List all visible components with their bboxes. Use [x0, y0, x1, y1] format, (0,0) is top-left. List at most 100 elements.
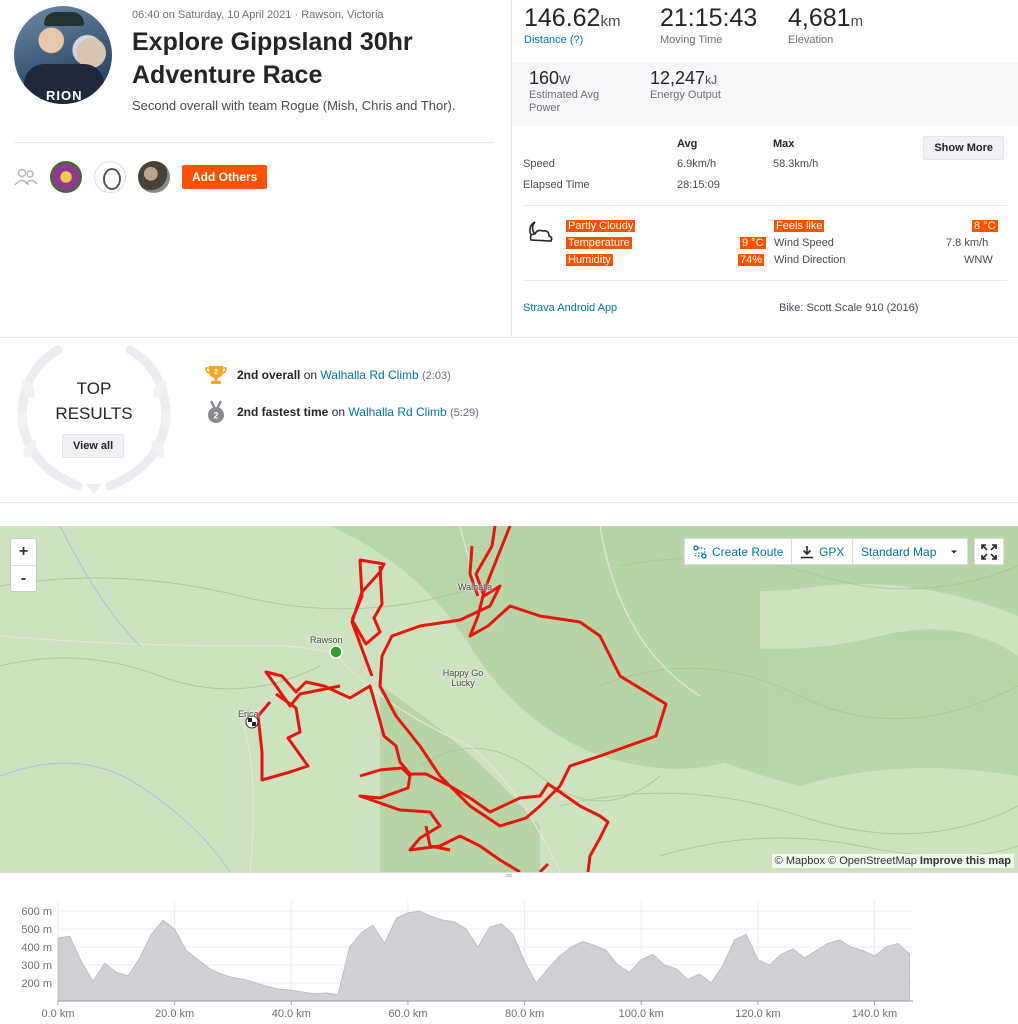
activity-datetime: 06:40 on Saturday, 10 April 2021 · Rawso…	[132, 9, 384, 21]
distance-unit: km	[600, 13, 621, 30]
start-marker[interactable]	[329, 645, 343, 659]
weather-panel: Partly Cloudy Temperature 9 °C Humidity …	[523, 214, 1008, 272]
divider	[523, 280, 1007, 281]
y-tick-label: 600 m	[21, 906, 52, 918]
place-label-erica: Erica	[238, 709, 259, 719]
achievement-text: 2nd fastest time on Walhalla Rd Climb (5…	[237, 405, 479, 419]
divider	[0, 502, 1018, 503]
wind-speed-value: 7.8 km/h	[946, 237, 989, 249]
x-tick-label: 40.0 km	[272, 1008, 311, 1020]
elapsed-avg: 28:15:09	[677, 179, 720, 191]
elevation-stat: 4,681m Elevation	[788, 4, 863, 46]
top-results-section: TOP RESULTS View all 2 2nd overall on Wa…	[0, 338, 1018, 502]
athlete-avatar[interactable]: RION	[14, 6, 112, 104]
bike-info: Bike: Scott Scale 910 (2016)	[779, 302, 919, 314]
energy-stat: 12,247kJ Energy Output	[650, 68, 721, 102]
view-all-button[interactable]: View all	[62, 434, 125, 458]
create-route-button[interactable]: Create Route	[684, 538, 793, 565]
osm-attribution[interactable]: © OpenStreetMap	[828, 855, 917, 867]
energy-unit: kJ	[705, 73, 718, 87]
gpx-label: GPX	[819, 544, 845, 559]
achievement-rank: 2nd overall	[237, 368, 301, 382]
segment-link[interactable]: Walhalla Rd Climb	[320, 368, 418, 382]
top-results-line2: RESULTS	[55, 404, 133, 423]
power-unit: W	[559, 73, 571, 87]
show-more-button[interactable]: Show More	[923, 136, 1004, 160]
distance-stat: 146.62km Distance (?)	[524, 4, 620, 46]
achievement-item: 2 2nd fastest time on Walhalla Rd Climb …	[204, 400, 479, 424]
fullscreen-button[interactable]	[974, 538, 1004, 565]
elevation-chart[interactable]: ═ 600 m 500 m 400 m 300 m 200 m 0.0 km 20.0 km…	[0, 872, 1018, 1024]
athlete-avatar-2[interactable]	[94, 161, 126, 193]
secondary-stats: 160W Estimated Avg Power 12,247kJ Energy…	[512, 62, 1018, 126]
medal-rank: 2	[213, 411, 218, 421]
group-athletes: Add Others	[14, 160, 268, 194]
temperature-label: Temperature	[566, 237, 632, 249]
humidity-value: 74%	[738, 254, 765, 266]
achievement-on: on	[331, 405, 346, 419]
y-tick-label: 200 m	[21, 978, 52, 990]
chevron-down-icon	[951, 550, 957, 553]
group-icon	[14, 167, 38, 187]
segment-link[interactable]: Walhalla Rd Climb	[348, 405, 446, 419]
avatar-shirt-text: RION	[46, 88, 83, 103]
feels-like-value: 8 °C	[972, 220, 998, 232]
x-tick-label: 0.0 km	[41, 1008, 74, 1020]
athlete-avatar-1[interactable]	[50, 161, 82, 193]
map-terrain	[0, 526, 1018, 872]
partly-cloudy-icon	[529, 221, 553, 242]
moving-time-value: 21:15:43	[660, 4, 758, 32]
achievement-rank: 2nd fastest time	[237, 405, 329, 419]
achievement-time: (2:03)	[422, 370, 451, 382]
athlete-avatar-3[interactable]	[138, 161, 170, 193]
x-tick-label: 20.0 km	[155, 1008, 194, 1020]
elevation-value: 4,681	[788, 4, 851, 32]
place-label-walhalla: Walhalla	[458, 582, 493, 592]
improve-map-link[interactable]: Improve this map	[920, 855, 1011, 867]
gpx-export-button[interactable]: GPX	[791, 538, 854, 565]
activity-stats-panel: 146.62km Distance (?) 21:15:43 Moving Ti…	[511, 0, 1018, 338]
moving-time-stat: 21:15:43 Moving Time	[660, 4, 757, 46]
y-tick-label: 500 m	[21, 924, 52, 936]
power-label-line2: Power	[529, 102, 561, 114]
x-tick-label: 100.0 km	[619, 1008, 664, 1020]
create-route-label: Create Route	[712, 544, 784, 559]
zoom-controls: + -	[10, 538, 37, 592]
speed-label: Speed	[523, 158, 555, 170]
top-results-line1: TOP	[76, 379, 112, 398]
x-tick-label: 60.0 km	[388, 1008, 427, 1020]
map-attribution: © Mapbox © OpenStreetMap Improve this ma…	[771, 854, 1014, 868]
temperature-value: 9 °C	[740, 237, 766, 249]
trophy-icon: 2	[205, 366, 227, 384]
elevation-area	[57, 910, 910, 1002]
trophy-rank: 2	[214, 369, 218, 376]
elevation-label: Elevation	[788, 34, 834, 46]
achievement-on: on	[303, 368, 318, 382]
silver-medal-icon: 2	[208, 400, 224, 423]
achievement-text: 2nd overall on Walhalla Rd Climb (2:03)	[237, 368, 451, 382]
y-tick-label: 400 m	[21, 942, 52, 954]
helmet-shape	[44, 12, 84, 26]
place-label-rawson: Rawson	[310, 635, 343, 645]
zoom-in-button[interactable]: +	[11, 539, 36, 565]
x-tick-label: 120.0 km	[735, 1008, 780, 1020]
speed-avg: 6.9km/h	[677, 158, 717, 170]
x-tick-label: 140.0 km	[852, 1008, 897, 1020]
distance-label[interactable]: Distance (?)	[524, 34, 620, 46]
add-others-button[interactable]: Add Others	[182, 165, 268, 189]
zoom-out-button[interactable]: -	[11, 565, 36, 591]
wind-direction-label: Wind Direction	[774, 254, 846, 266]
divider	[523, 205, 1007, 206]
elevation-unit: m	[850, 13, 864, 30]
map-style-select[interactable]: Standard Map	[852, 538, 968, 565]
fullscreen-icon	[981, 543, 997, 560]
top-results-title: TOP RESULTS	[14, 376, 174, 426]
activity-title: Explore Gippsland 30hr Adventure Race	[132, 28, 413, 89]
wind-speed-label: Wind Speed	[774, 237, 834, 249]
device-link[interactable]: Strava Android App	[523, 302, 617, 314]
place-label-happy-go-lucky: Happy Go Lucky	[442, 668, 484, 688]
speed-max: 58.3km/h	[773, 158, 819, 170]
mapbox-attribution[interactable]: © Mapbox	[775, 855, 825, 867]
activity-map[interactable]: Walhalla Rawson Happy Go Lucky Erica + -…	[0, 526, 1018, 872]
achievement-item: 2 2nd overall on Walhalla Rd Climb (2:03…	[204, 363, 451, 387]
